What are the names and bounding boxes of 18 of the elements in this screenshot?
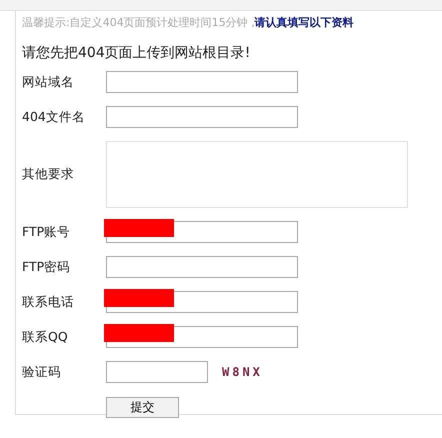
field-label: FTP密码	[22, 258, 72, 276]
field-label: 网站域名	[22, 74, 75, 90]
field-label: FTP账号	[22, 224, 72, 240]
submit-button[interactable]: 提交	[106, 397, 179, 418]
input-field[interactable]	[106, 71, 298, 93]
field-label: 验证码	[22, 364, 62, 380]
input-field[interactable]	[106, 256, 298, 278]
input-field[interactable]	[106, 106, 298, 128]
instruction-heading: 请您先把404页面上传到网站根目录!	[22, 44, 252, 63]
field-label: 404文件名	[22, 108, 86, 126]
field-label: 其他要求	[22, 166, 75, 183]
notice-text: 温馨提示:自定义404页面预计处理时间15分钟 ,	[22, 15, 255, 31]
field-label: 联系QQ	[22, 328, 69, 346]
field-label: 联系电话	[22, 294, 75, 310]
notice-emphasis: 请认真填写以下资料	[254, 15, 354, 31]
captcha-code: W8NX	[222, 365, 263, 379]
captcha-field[interactable]	[106, 361, 208, 383]
textarea-field[interactable]	[106, 141, 408, 208]
